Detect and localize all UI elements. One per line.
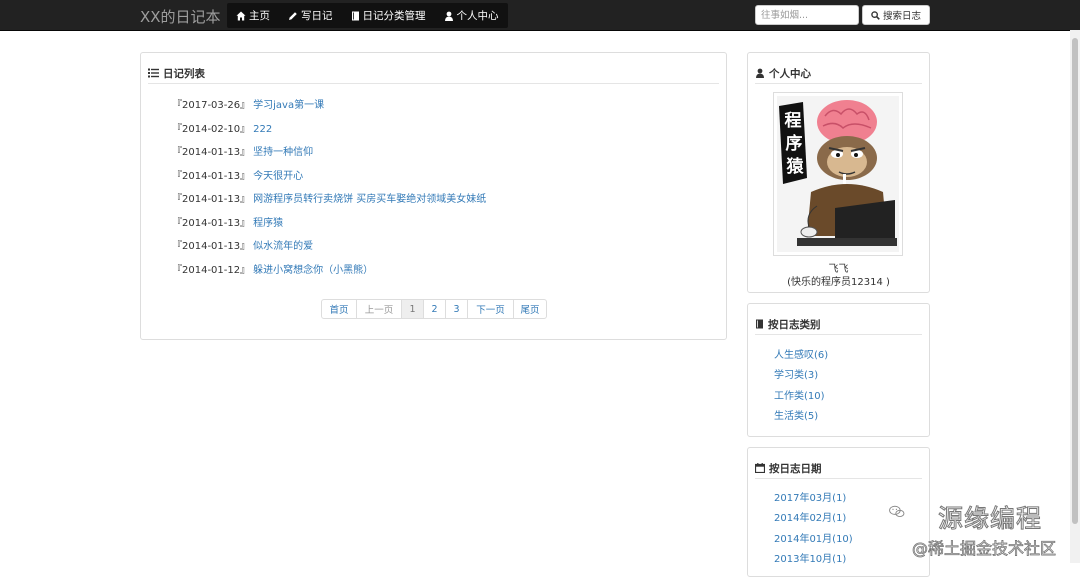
date-panel: 按日志日期 2017年03月(1) 2014年02月(1) 2014年01月(1… [747,447,930,577]
date-item[interactable]: 2017年03月(1) [774,489,853,509]
date-item[interactable]: 2014年02月(1) [774,509,853,529]
category-item[interactable]: 工作类(10) [774,387,828,407]
list-item: 『2014-01-13』 程序猿 [172,214,486,238]
diary-list: 『2017-03-26』 学习java第一课 『2014-02-10』 222 『2… [172,96,486,284]
nav-item-write[interactable]: 写日记 [279,3,342,28]
diary-date: 『2014-01-13』 [172,241,251,252]
category-item[interactable]: 生活类(5) [774,407,828,427]
diary-date: 『2014-02-10』 [172,123,251,135]
diary-link[interactable]: 似水流年的爱 [253,241,313,252]
nav-item-label: 个人中心 [456,10,499,22]
scroll-thumb[interactable] [1072,38,1078,524]
category-item[interactable]: 学习类(3) [774,366,828,386]
list-icon [148,68,159,78]
main-nav: 主页 写日记 日记分类管理 个人中心 [227,3,508,28]
brand-title[interactable]: XX的日记本 [140,6,221,27]
diary-link[interactable]: 程序猿 [253,218,283,229]
category-list: 人生感叹(6) 学习类(3) 工作类(10) 生活类(5) [774,346,828,427]
list-item: 『2017-03-26』 学习java第一课 [172,96,486,120]
page-last-button[interactable]: 尾页 [513,299,547,319]
navbar: XX的日记本 主页 写日记 日记分类管理 个人中心 往事如烟... 搜索日志 [0,0,1080,31]
page-first-button[interactable]: 首页 [321,299,357,319]
diary-link[interactable]: 网游程序员转行卖烧饼 买房买车娶绝对领域美女妹纸 [253,194,486,205]
diary-date: 『2014-01-13』 [172,217,251,229]
book-icon [351,11,360,21]
avatar-char-2: 序 [786,133,803,154]
nav-item-label: 日记分类管理 [362,10,426,22]
date-list: 2017年03月(1) 2014年02月(1) 2014年01月(10) 201… [774,489,853,570]
diary-date: 『2014-01-12』 [172,264,251,276]
profile-header: 个人中心 [755,63,922,84]
pagination: 首页 上一页 1 2 3 下一页 尾页 [321,299,547,319]
search-icon [871,10,880,20]
page-next-button[interactable]: 下一页 [467,299,514,319]
search-button-label: 搜索日志 [882,11,921,22]
list-item: 『2014-01-13』 网游程序员转行卖烧饼 买房买车娶绝对领域美女妹纸 [172,190,486,214]
list-item: 『2014-01-12』 躲进小窝想念你（小黑熊） [172,261,486,285]
list-item: 『2014-02-10』 222 [172,120,486,144]
diary-link[interactable]: 学习java第一课 [253,100,324,111]
panel-title: 日记列表 [163,67,205,80]
nav-item-profile[interactable]: 个人中心 [435,3,508,28]
diary-date: 『2014-01-13』 [172,194,251,205]
date-header: 按日志日期 [755,458,922,479]
panel-title: 按日志日期 [769,462,822,475]
avatar-char-1: 程 [785,111,802,131]
category-panel: 按日志类别 人生感叹(6) 学习类(3) 工作类(10) 生活类(5) [747,303,930,437]
nav-item-label: 主页 [249,10,270,22]
signature: (快乐的程序员12314 ) [787,277,890,288]
calendar-icon [755,463,765,473]
diary-list-header: 日记列表 [148,63,719,84]
list-item: 『2014-01-13』 坚持一种信仰 [172,143,486,167]
diary-date: 『2017-03-26』 [172,100,251,111]
pencil-icon [288,11,298,21]
user-icon [755,68,765,78]
date-item[interactable]: 2013年10月(1) [774,550,853,570]
category-header: 按日志类别 [755,314,922,335]
nav-item-category-manage[interactable]: 日记分类管理 [342,3,435,28]
list-item: 『2014-01-13』 今天很开心 [172,167,486,191]
diary-link[interactable]: 坚持一种信仰 [253,147,313,158]
date-item[interactable]: 2014年01月(10) [774,530,853,550]
diary-link[interactable]: 今天很开心 [253,171,303,182]
page-number-3[interactable]: 3 [445,299,468,319]
page-number-2[interactable]: 2 [423,299,446,319]
category-item[interactable]: 人生感叹(6) [774,346,828,366]
panel-title: 个人中心 [769,67,811,80]
user-icon [444,11,454,21]
search-input[interactable] [755,5,859,25]
panel-title: 按日志类别 [768,318,821,331]
home-icon [236,11,246,21]
diary-list-panel: 日记列表 『2017-03-26』 学习java第一课 『2014-02-10』 2… [140,52,727,340]
avatar[interactable]: 程 序 猿 [773,92,903,256]
monkey-avatar-image: 程 序 猿 [777,96,899,252]
list-item: 『2014-01-13』 似水流年的爱 [172,237,486,261]
watermark-name: 源缘编程 [937,504,1043,534]
avatar-char-3: 猿 [786,156,805,177]
book-icon [755,319,764,329]
diary-date: 『2014-01-13』 [172,170,251,182]
nav-item-home[interactable]: 主页 [227,3,279,28]
watermark-sub: @稀土掘金技术社区 [912,539,1057,559]
profile-panel: 个人中心 程 序 猿 飞飞 (快乐的程序员12314) [747,52,930,293]
page-number-1[interactable]: 1 [401,299,424,319]
search-button[interactable]: 搜索日志 [862,5,930,25]
diary-date: 『2014-01-13』 [172,147,251,158]
nav-item-label: 写日记 [301,10,333,22]
diary-link[interactable]: 222 [253,124,272,135]
diary-link[interactable]: 躲进小窝想念你（小黑熊） [253,265,373,276]
page-prev-button[interactable]: 上一页 [356,299,402,319]
scrollbar[interactable] [1070,30,1080,563]
